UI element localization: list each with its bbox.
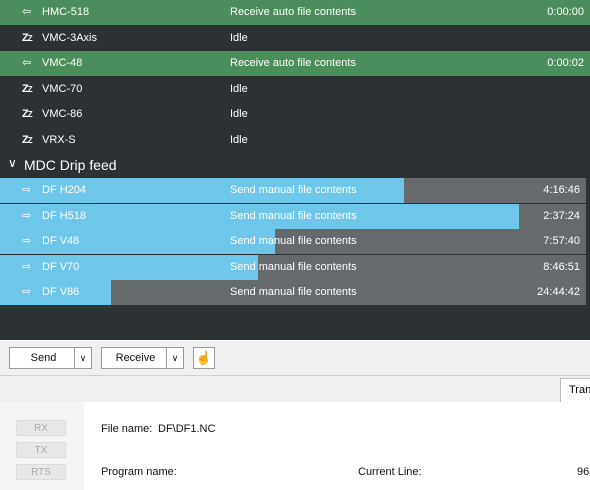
arrow-right-icon: ⇨ (22, 260, 32, 273)
tx-indicator: TX (16, 442, 66, 458)
machine-status: Idle (230, 31, 248, 44)
send-dropdown-arrow-icon[interactable]: ∨ (74, 348, 91, 368)
file-name-value: DF\DF1.NC (158, 423, 216, 435)
program-name-label: Program name: (101, 466, 177, 478)
current-line-label: Current Line: (358, 466, 422, 478)
drip-feed-row[interactable]: ⇨ DF H518 Send manual file contents 2:37:24 (0, 203, 586, 229)
arrow-right-icon: ⇨ (22, 286, 32, 298)
machine-name: VMC-70 (42, 82, 83, 95)
receive-dropdown-arrow-icon[interactable]: ∨ (166, 348, 183, 368)
machine-list: ⇦ HMC-518 Receive auto file contents 0:00:0… (0, 0, 590, 340)
machine-row[interactable]: ⇦ VMC-48 Receive auto file contents 0:00:02 (0, 51, 590, 76)
signal-indicators: RX TX RTS (0, 402, 84, 490)
idle-zz-icon: ZZ (22, 133, 33, 146)
group-header-mdc-drip-feed[interactable]: ∨ MDC Drip feed (0, 153, 590, 177)
machine-status: Idle (230, 108, 248, 120)
machine-status: Receive auto file contents (230, 57, 356, 69)
file-name-label: File name: (101, 423, 153, 435)
chevron-down-icon[interactable]: ∨ (8, 156, 17, 170)
drip-feed-row[interactable]: ⇨ DF V86 Send manual file contents 24:44:42 (0, 280, 586, 305)
machine-row[interactable]: ZZ VMC-86 Idle (0, 102, 590, 127)
idle-zz-icon: ZZ (22, 108, 33, 120)
drip-feed-name: DF V70 (42, 260, 80, 273)
send-split-button[interactable]: Send ∨ (9, 347, 92, 369)
drip-feed-time: 2:37:24 (543, 209, 580, 222)
drip-feed-time: 8:46:51 (543, 260, 580, 273)
drip-feed-time: 4:16:46 (543, 184, 580, 196)
idle-zz-icon: ZZ (22, 82, 33, 95)
rts-indicator: RTS (16, 464, 66, 480)
machine-time: 0:00:02 (547, 57, 584, 69)
arrow-left-icon: ⇦ (22, 57, 32, 69)
machine-row[interactable]: ZZ VMC-70 Idle (0, 77, 590, 102)
drip-feed-row[interactable]: ⇨ DF V70 Send manual file contents 8:46:51 (0, 254, 586, 280)
arrow-right-icon: ⇨ (22, 184, 32, 196)
machine-status: Idle (230, 82, 248, 95)
tab-strip: Tran (0, 376, 590, 402)
arrow-right-icon: ⇨ (22, 209, 32, 222)
drip-feed-row[interactable]: ⇨ DF H204 Send manual file contents 4:16:46 (0, 178, 586, 203)
machine-status: Receive auto file contents (230, 6, 356, 18)
machine-name: HMC-518 (42, 6, 90, 18)
machine-name: VMC-86 (42, 108, 83, 120)
machine-name: VMC-48 (42, 57, 83, 69)
machine-status: Idle (230, 133, 248, 146)
progress-fill (0, 254, 258, 280)
rx-indicator: RX (16, 420, 66, 436)
machine-row[interactable]: ZZ VRX-S Idle (0, 128, 590, 153)
current-line-value: 96 (577, 466, 590, 478)
drip-feed-status: Send manual file contents (230, 209, 357, 222)
arrow-left-icon: ⇦ (22, 6, 32, 18)
drip-feed-status: Send manual file contents (230, 260, 357, 273)
idle-zz-icon: ZZ (22, 31, 33, 44)
drip-feed-status: Send manual file contents (230, 286, 357, 298)
machine-name: VRX-S (42, 133, 76, 146)
arrow-right-icon: ⇨ (22, 235, 32, 247)
drip-feed-status: Send manual file contents (230, 235, 357, 247)
drip-feed-status: Send manual file contents (230, 184, 357, 196)
send-button-label[interactable]: Send (10, 352, 77, 364)
machine-time: 0:00:00 (547, 6, 584, 18)
machine-name: VMC-3Axis (42, 31, 98, 44)
drip-feed-time: 7:57:40 (543, 235, 580, 247)
drip-feed-row[interactable]: ⇨ DF V48 Send manual file contents 7:57:40 (0, 229, 586, 254)
drip-feed-name: DF V48 (42, 235, 80, 247)
transfer-panel: Tran RX TX RTS File name: DF\DF1.NC Prog… (0, 376, 590, 490)
drip-feed-time: 24:44:42 (537, 286, 580, 298)
receive-button-label[interactable]: Receive (102, 352, 169, 364)
tab-transfer[interactable]: Tran (560, 378, 590, 402)
machine-row[interactable]: ⇦ HMC-518 Receive auto file contents 0:00:0… (0, 0, 590, 25)
group-title: MDC Drip feed (24, 157, 117, 173)
toolbar: Send ∨ Receive ∨ (0, 341, 590, 376)
machine-row[interactable]: ZZ VMC-3Axis Idle (0, 26, 590, 51)
drip-feed-name: DF V86 (42, 286, 80, 298)
receive-split-button[interactable]: Receive ∨ (101, 347, 184, 369)
hand-icon[interactable]: ☝ (193, 347, 215, 369)
drip-feed-name: DF H518 (42, 209, 87, 222)
drip-feed-name: DF H204 (42, 184, 87, 196)
